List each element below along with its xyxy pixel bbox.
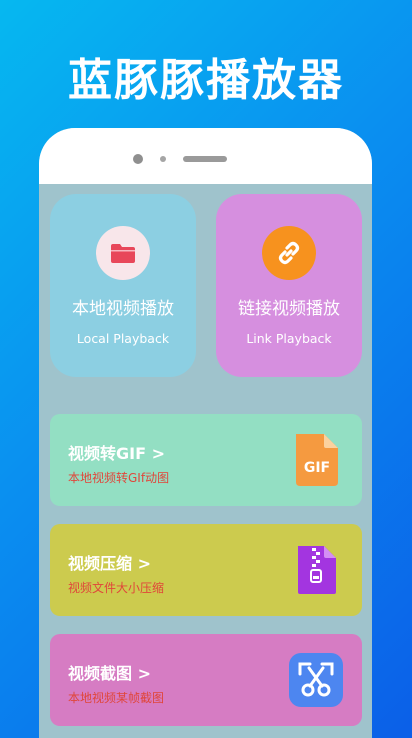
link-playback-tile[interactable]: 链接视频播放 Link Playback xyxy=(216,194,362,377)
zip-file-icon xyxy=(288,542,344,598)
video-to-gif-subtitle: 本地视频转GIf动图 xyxy=(68,471,170,485)
local-playback-subtitle: Local Playback xyxy=(76,331,170,346)
local-playback-title: 本地视频播放 xyxy=(72,299,174,319)
app-title: 蓝豚豚播放器 xyxy=(68,55,344,106)
video-compress-title: 视频压缩 > xyxy=(68,554,151,573)
phone-top-bezel xyxy=(39,128,372,184)
speaker-grille xyxy=(183,156,227,162)
app-screen: 本地视频播放 Local Playback 链接视频播放 Link Playba… xyxy=(39,184,372,738)
scissors-icon xyxy=(288,652,344,708)
video-compress-subtitle: 视频文件大小压缩 xyxy=(68,581,165,595)
video-screenshot-card[interactable]: 视频截图 > 本地视频某帧截图 xyxy=(50,634,362,726)
link-icon xyxy=(262,226,316,280)
camera-icon xyxy=(133,154,143,164)
folder-icon xyxy=(96,226,150,280)
link-playback-title: 链接视频播放 xyxy=(238,299,340,319)
local-playback-tile[interactable]: 本地视频播放 Local Playback xyxy=(50,194,196,377)
phone-mockup: 本地视频播放 Local Playback 链接视频播放 Link Playba… xyxy=(39,128,372,738)
video-to-gif-title: 视频转GIF > xyxy=(68,444,165,463)
gif-file-icon: GIF xyxy=(288,432,344,488)
sensor-icon xyxy=(160,156,166,162)
video-compress-card[interactable]: 视频压缩 > 视频文件大小压缩 xyxy=(50,524,362,616)
video-to-gif-card[interactable]: 视频转GIF > 本地视频转GIf动图 GIF xyxy=(50,414,362,506)
gif-label: GIF xyxy=(304,460,330,476)
video-screenshot-title: 视频截图 > xyxy=(68,664,151,683)
video-screenshot-subtitle: 本地视频某帧截图 xyxy=(68,691,165,705)
link-playback-subtitle: Link Playback xyxy=(246,331,332,346)
